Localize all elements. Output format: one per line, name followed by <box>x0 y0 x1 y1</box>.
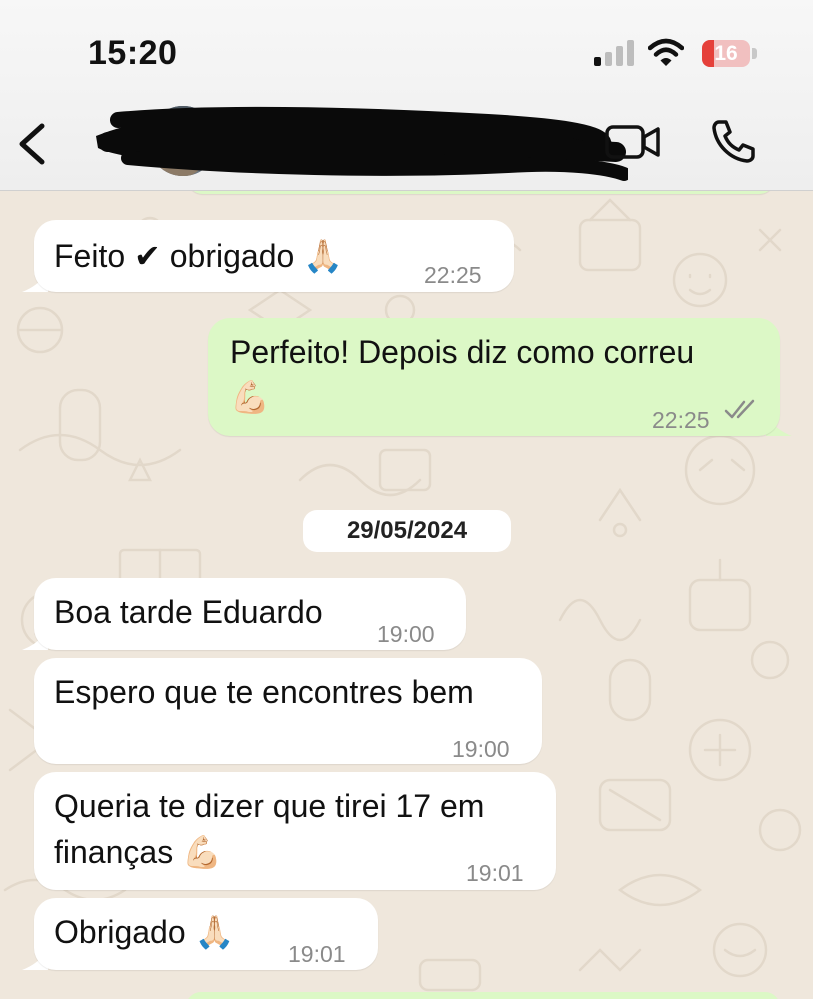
battery-percentage: 16 <box>714 42 738 65</box>
wifi-icon <box>648 38 684 66</box>
message-text-line2: 💪🏻 <box>230 379 270 415</box>
date-separator: 29/05/2024 <box>303 510 511 552</box>
battery-tip <box>752 48 757 59</box>
message-time: 19:00 <box>452 736 510 762</box>
message-text-line1: Perfeito! Depois diz como correu <box>230 334 695 370</box>
video-camera-icon[interactable] <box>604 122 662 162</box>
message-text-line2: finanças 💪🏻 <box>54 834 222 870</box>
message-bubble-incoming[interactable]: Obrigado 🙏🏻 19:01 <box>34 898 378 970</box>
double-check-icon <box>724 399 755 419</box>
message-text: Obrigado 🙏🏻 <box>54 914 235 950</box>
message-time: 22:25 <box>652 407 710 433</box>
chevron-left-icon[interactable] <box>14 120 50 168</box>
redaction-scribble <box>96 106 628 181</box>
message-bubble-incoming[interactable]: Queria te dizer que tirei 17 em finanças… <box>34 772 556 890</box>
message-text: Feito ✔ obrigado 🙏🏻 <box>54 238 344 274</box>
battery-icon: 16 <box>702 40 750 67</box>
message-bubble-outgoing[interactable]: Perfeito! Depois diz como correu 💪🏻 22:2… <box>208 318 780 436</box>
status-time: 15:20 <box>88 34 178 72</box>
message-text: Espero que te encontres bem <box>54 674 474 710</box>
message-time: 19:01 <box>288 941 346 967</box>
message-bubble-incoming[interactable]: Feito ✔ obrigado 🙏🏻 22:25 <box>34 220 514 292</box>
chat-header: 15:20 16 <box>0 0 813 191</box>
message-time: 19:00 <box>377 621 435 647</box>
cellular-signal-icon <box>594 40 634 66</box>
message-bubble-incoming[interactable]: Espero que te encontres bem 19:00 <box>34 658 542 764</box>
phone-icon[interactable] <box>710 118 756 164</box>
message-bubble-incoming[interactable]: Boa tarde Eduardo 19:00 <box>34 578 466 650</box>
message-text-line1: Queria te dizer que tirei 17 em <box>54 788 485 824</box>
partial-outgoing-bubble <box>186 992 780 999</box>
message-time: 19:01 <box>466 860 524 886</box>
message-text: Boa tarde Eduardo <box>54 594 323 630</box>
message-time: 22:25 <box>424 262 482 288</box>
chat-area[interactable]: Feito ✔ obrigado 🙏🏻 22:25 Perfeito! Depo… <box>0 190 813 999</box>
